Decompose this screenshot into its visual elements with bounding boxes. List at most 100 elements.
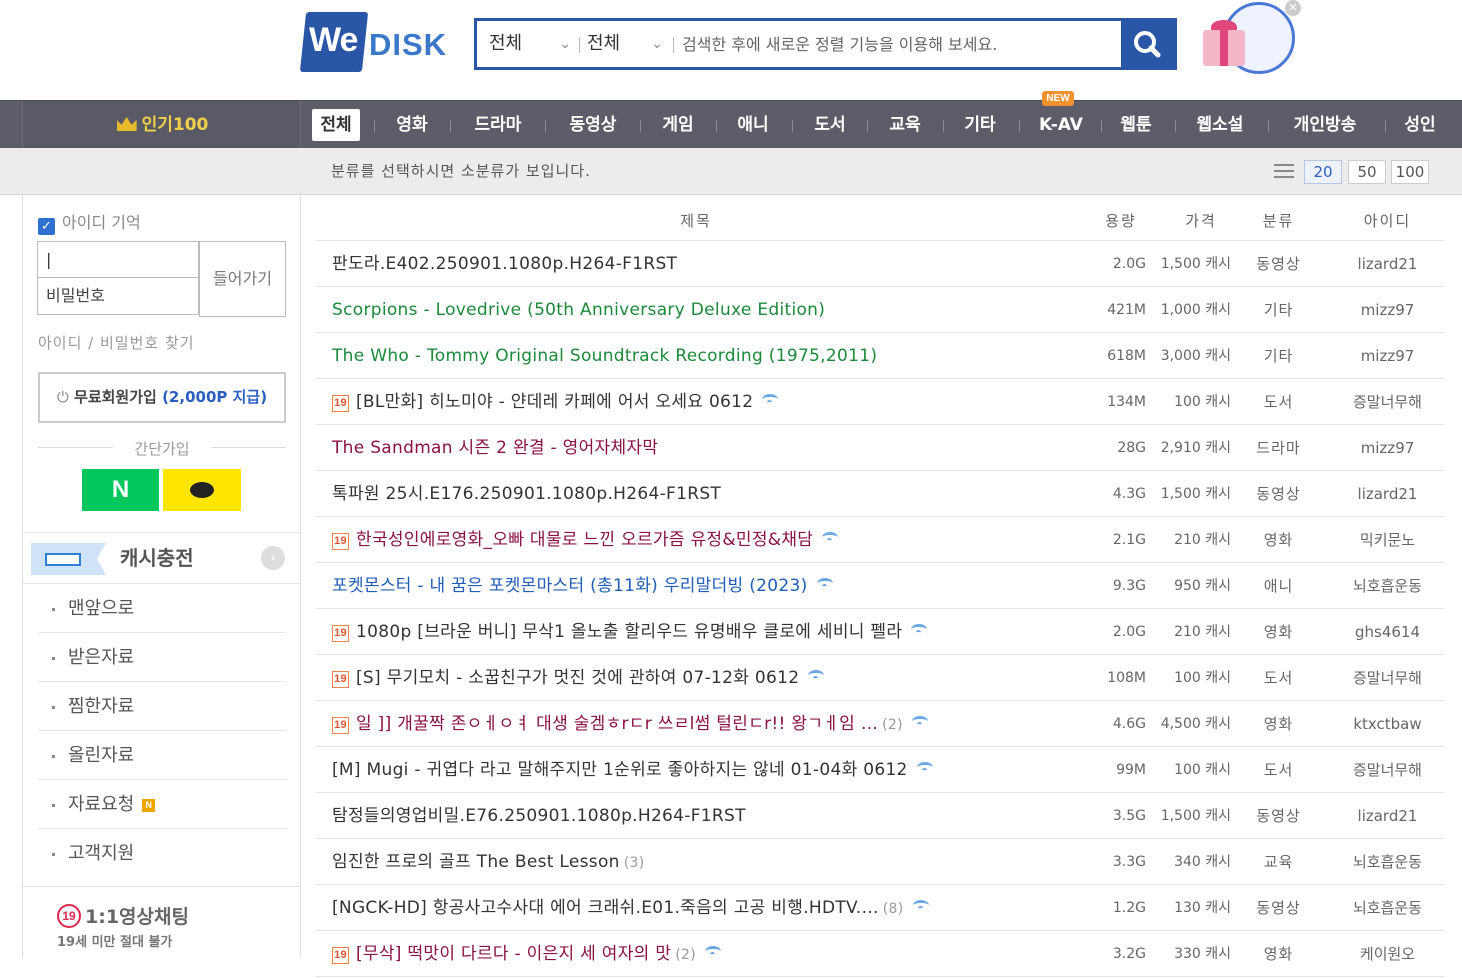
- file-title[interactable]: The Who - Tommy Original Soundtrack Reco…: [332, 333, 1092, 379]
- wedisk-logo[interactable]: We DISK: [299, 11, 463, 73]
- uploader-id[interactable]: mizz97: [1331, 333, 1444, 379]
- uploader-id[interactable]: 증말너무해: [1331, 655, 1444, 701]
- gift-event-banner[interactable]: ✕: [1197, 0, 1307, 82]
- uploader-id[interactable]: 뇌호흡운동: [1331, 885, 1444, 931]
- table-row[interactable]: 탐정들의영업비밀.E76.250901.1080p.H264-F1RST 3.5G…: [316, 793, 1444, 839]
- uploader-id[interactable]: 뇌호흡운동: [1331, 839, 1444, 885]
- file-size: 4.3G: [1112, 486, 1146, 502]
- sidebar-item-support[interactable]: 고객지원: [38, 829, 286, 878]
- file-title[interactable]: 19 1080p [브라운 버니] 무삭1 올노출 할리우드 유명배우 클로에 세…: [332, 609, 1092, 655]
- file-title[interactable]: 판도라.E402.250901.1080p.H264-F1RST: [332, 241, 1092, 287]
- table-row[interactable]: 임진한 프로의 골프 The Best Lesson (3) 3.3G 340 캐시 교…: [316, 839, 1444, 885]
- find-id-password-link[interactable]: 아이디 / 비밀번호 찾기: [38, 332, 195, 353]
- nav-item-personal-broadcast[interactable]: 개인방송: [1285, 109, 1365, 141]
- table-row[interactable]: Scorpions - Lovedrive (50th Anniversary …: [316, 287, 1444, 333]
- cash-charge-link[interactable]: 캐시충전 ›: [23, 532, 300, 584]
- sidebar-item-wishlist[interactable]: 찜한자료: [38, 682, 286, 731]
- table-row[interactable]: [M] Mugi - 귀엽다 라고 말해주지만 1순위로 좋아하지는 않네 01…: [316, 747, 1444, 793]
- file-title[interactable]: Scorpions - Lovedrive (50th Anniversary …: [332, 287, 1092, 333]
- popular-100-link[interactable]: 인기100: [23, 101, 302, 149]
- uploader-id[interactable]: mizz97: [1331, 287, 1444, 333]
- file-title[interactable]: 19 [BL만화] 히노미야 - 얀데레 카페에 어서 오세요 0612: [332, 379, 1092, 425]
- table-row[interactable]: 19 한국성인에로영화_오빠 대물로 느낀 오르가즘 유정&민정&채담 2.1G 21…: [316, 517, 1444, 563]
- uploader-id[interactable]: mizz97: [1331, 425, 1444, 471]
- nav-item-video[interactable]: 동영상: [561, 109, 625, 141]
- nav-item-all[interactable]: 전체: [312, 109, 360, 141]
- uploader-id[interactable]: ktxctbaw: [1331, 701, 1444, 747]
- table-row[interactable]: 19 [S] 무기모치 - 소꿉친구가 멋진 것에 관하여 07-12화 0612…: [316, 655, 1444, 701]
- nav-item-webtoon[interactable]: 웹툰: [1112, 109, 1160, 141]
- uploader-id[interactable]: 뇌호흡운동: [1331, 563, 1444, 609]
- file-title-text: [M] Mugi - 귀엽다 라고 말해주지만 1순위로 좋아하지는 않네 01…: [332, 760, 908, 780]
- table-row[interactable]: The Who - Tommy Original Soundtrack Reco…: [316, 333, 1444, 379]
- sidebar-item-top[interactable]: 맨앞으로: [38, 584, 286, 633]
- id-field[interactable]: |: [37, 241, 199, 278]
- file-title[interactable]: [NGCK-HD] 항공사고수사대 에어 크래쉬.E01.죽음의 고공 비행.H…: [332, 885, 1092, 932]
- table-row[interactable]: The Sandman 시즌 2 완결 - 영어자체자막 28G 2,910 캐시 드…: [316, 425, 1444, 471]
- search-input[interactable]: [682, 27, 1112, 61]
- table-row[interactable]: 19 일 ]] 개꿀짝 존ㅇㅔㅇㅕ 대생 술겜ㅎrㄷr 쓰ㄹl썸 털린ㄷr!! 왕…: [316, 701, 1444, 747]
- file-title[interactable]: 19 한국성인에로영화_오빠 대물로 느낀 오르가즘 유정&민정&채담: [332, 517, 1092, 563]
- table-row[interactable]: [NGCK-HD] 항공사고수사대 에어 크래쉬.E01.죽음의 고공 비행.H…: [316, 885, 1444, 931]
- naver-login-button[interactable]: N: [82, 469, 159, 511]
- free-signup-button[interactable]: ⏻ 무료회원가입 (2,000P 지급): [38, 372, 286, 423]
- file-title[interactable]: 19 일 ]] 개꿀짝 존ㅇㅔㅇㅕ 대생 술겜ㅎrㄷr 쓰ㄹl썸 털린ㄷr!! 왕…: [332, 701, 1092, 748]
- file-title[interactable]: 톡파원 25시.E176.250901.1080p.H264-F1RST: [332, 471, 1092, 517]
- search-divider: [673, 37, 674, 53]
- login-button[interactable]: 들어가기: [199, 241, 286, 317]
- table-row[interactable]: 19 [무삭] 떡맛이 다르다 - 이은지 세 여자의 맛 (2) 3.2G 330 캐…: [316, 931, 1444, 977]
- file-title[interactable]: 포켓몬스터 - 내 꿈은 포켓몬마스터 (총11화) 우리말더빙 (2023): [332, 563, 1092, 609]
- uploader-id[interactable]: ghs4614: [1331, 609, 1444, 655]
- file-size: 2.0G: [1112, 256, 1146, 272]
- nav-divider: [545, 120, 546, 132]
- file-title[interactable]: 19 [S] 무기모치 - 소꿉친구가 멋진 것에 관하여 07-12화 0612: [332, 655, 1092, 701]
- uploader-id[interactable]: 증말너무해: [1331, 379, 1444, 425]
- table-row[interactable]: 판도라.E402.250901.1080p.H264-F1RST 2.0G 1,50…: [316, 241, 1444, 287]
- uploader-id[interactable]: lizard21: [1331, 471, 1444, 517]
- nav-item-books[interactable]: 도서: [806, 109, 854, 141]
- nav-item-anime[interactable]: 애니: [729, 109, 777, 141]
- nav-item-etc[interactable]: 기타: [956, 109, 1004, 141]
- uploader-id[interactable]: 증말너무해: [1331, 747, 1444, 793]
- page-size-100[interactable]: 100: [1391, 160, 1429, 184]
- sidebar-item-request[interactable]: 자료요청 N: [38, 780, 286, 829]
- uploader-id[interactable]: 믹키문노: [1331, 517, 1444, 563]
- file-title-text: [무삭] 떡맛이 다르다 - 이은지 세 여자의 맛: [356, 944, 672, 964]
- file-count: (3): [623, 855, 645, 871]
- search-scope-select-2[interactable]: 전체 ⌄: [587, 21, 669, 67]
- remember-id-checkbox[interactable]: ✓ 아이디 기억: [38, 209, 141, 235]
- table-row[interactable]: 19 1080p [브라운 버니] 무삭1 올노출 할리우드 유명배우 클로에 세…: [316, 609, 1444, 655]
- file-title[interactable]: [M] Mugi - 귀엽다 라고 말해주지만 1순위로 좋아하지는 않네 01…: [332, 747, 1092, 793]
- password-field[interactable]: 비밀번호: [37, 278, 199, 315]
- list-view-icon[interactable]: [1274, 164, 1294, 180]
- video-chat-banner[interactable]: 19 1:1영상채팅 19세 미만 절대 불가: [23, 886, 300, 958]
- uploader-id[interactable]: 케이원오: [1331, 931, 1444, 977]
- file-title[interactable]: 19 [무삭] 떡맛이 다르다 - 이은지 세 여자의 맛 (2): [332, 931, 1092, 978]
- kakao-login-button[interactable]: [163, 469, 241, 511]
- table-row[interactable]: 19 [BL만화] 히노미야 - 얀데레 카페에 어서 오세요 0612 134M 1…: [316, 379, 1444, 425]
- search-button[interactable]: [1121, 21, 1174, 67]
- nav-item-adult[interactable]: 성인: [1396, 109, 1444, 141]
- nav-item-game[interactable]: 게임: [654, 109, 702, 141]
- close-icon[interactable]: ✕: [1285, 0, 1301, 16]
- file-title[interactable]: 탐정들의영업비밀.E76.250901.1080p.H264-F1RST: [332, 793, 1092, 839]
- file-title[interactable]: 임진한 프로의 골프 The Best Lesson (3): [332, 839, 1092, 886]
- nav-item-education[interactable]: 교육: [881, 109, 929, 141]
- page-size-50[interactable]: 50: [1348, 160, 1386, 184]
- page-size-20[interactable]: 20: [1304, 160, 1342, 184]
- search-scope-select-1[interactable]: 전체 ⌄: [489, 21, 577, 67]
- table-row[interactable]: 톡파원 25시.E176.250901.1080p.H264-F1RST 4.3G…: [316, 471, 1444, 517]
- file-title[interactable]: The Sandman 시즌 2 완결 - 영어자체자막: [332, 425, 1092, 471]
- sidebar-item-downloaded[interactable]: 받은자료: [38, 633, 286, 682]
- uploader-id[interactable]: lizard21: [1331, 241, 1444, 287]
- sidebar-item-uploaded[interactable]: 올린자료: [38, 731, 286, 780]
- table-row[interactable]: 포켓몬스터 - 내 꿈은 포켓몬마스터 (총11화) 우리말더빙 (2023) 9…: [316, 563, 1444, 609]
- wifi-icon: [916, 762, 933, 773]
- nav-item-kav[interactable]: K-AV: [1033, 109, 1089, 141]
- nav-item-webnovel[interactable]: 웹소설: [1188, 109, 1252, 141]
- file-title-text: 일 ]] 개꿀짝 존ㅇㅔㅇㅕ 대생 술겜ㅎrㄷr 쓰ㄹl썸 털린ㄷr!! 왕ㄱㅔ…: [356, 714, 879, 734]
- nav-item-movie[interactable]: 영화: [388, 109, 436, 141]
- nav-item-drama[interactable]: 드라마: [466, 109, 530, 141]
- wifi-icon: [912, 900, 929, 911]
- uploader-id[interactable]: lizard21: [1331, 793, 1444, 839]
